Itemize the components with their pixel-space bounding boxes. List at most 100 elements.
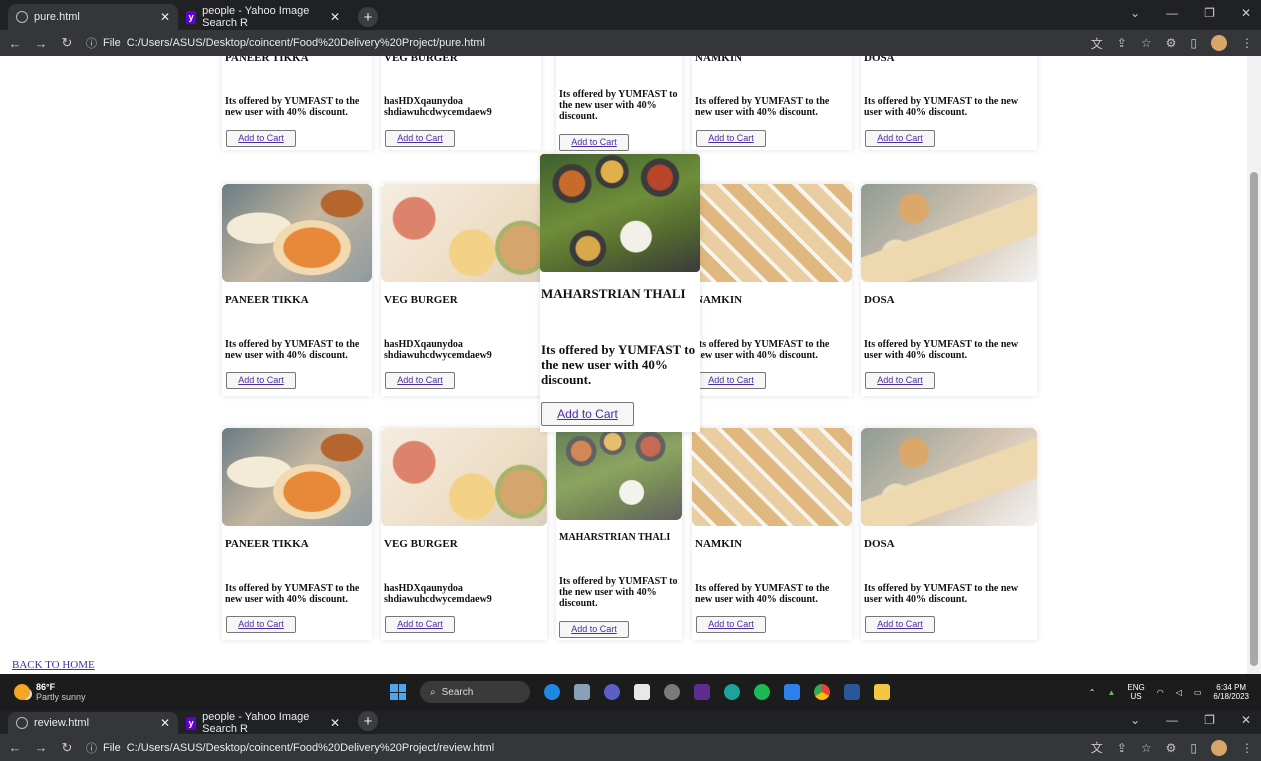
- translate-icon[interactable]: 文: [1091, 739, 1103, 756]
- forward-arrow-icon[interactable]: →: [34, 740, 48, 755]
- new-tab-button[interactable]: +: [358, 711, 378, 731]
- veg-burger-image: [381, 428, 547, 526]
- close-window-icon[interactable]: ✕: [1241, 713, 1251, 727]
- star-icon[interactable]: ☆: [1141, 36, 1152, 50]
- spotify-icon[interactable]: [754, 684, 770, 700]
- windows-start-icon[interactable]: [390, 684, 406, 700]
- avatar[interactable]: [1211, 35, 1227, 51]
- add-to-cart-button[interactable]: Add to Cart: [226, 372, 296, 389]
- chevron-up-icon[interactable]: ⌃: [1089, 688, 1096, 697]
- bing-icon[interactable]: [544, 684, 560, 700]
- tab-review-html[interactable]: review.html ✕: [8, 712, 178, 734]
- tab-yahoo[interactable]: y people - Yahoo Image Search R ✕: [178, 4, 348, 30]
- close-icon[interactable]: ✕: [330, 10, 340, 24]
- chevron-down-icon[interactable]: ⌄: [1130, 6, 1140, 20]
- share-icon[interactable]: ⇪: [1117, 741, 1127, 755]
- product-description: Its offered by YUMFAST to the new user w…: [864, 96, 1019, 118]
- close-icon[interactable]: ✕: [160, 716, 170, 730]
- star-icon[interactable]: ☆: [1141, 741, 1152, 755]
- add-to-cart-button[interactable]: Add to Cart: [865, 130, 935, 147]
- menu-icon[interactable]: ⋮: [1241, 741, 1253, 755]
- url-text[interactable]: C:/Users/ASUS/Desktop/coincent/Food%20De…: [127, 742, 494, 754]
- wifi-icon[interactable]: ◠: [1157, 688, 1164, 697]
- info-icon: ⓘ: [86, 38, 97, 50]
- edge-icon[interactable]: [724, 684, 740, 700]
- add-to-cart-button[interactable]: Add to Cart: [385, 130, 455, 147]
- add-to-cart-button[interactable]: Add to Cart: [696, 616, 766, 633]
- close-icon[interactable]: ✕: [330, 716, 340, 730]
- add-to-cart-button[interactable]: Add to Cart: [865, 372, 935, 389]
- tab-pure-html[interactable]: pure.html ✕: [8, 4, 178, 30]
- tab-yahoo[interactable]: y people - Yahoo Image Search R ✕: [178, 711, 348, 735]
- yahoo-icon: y: [186, 716, 197, 730]
- yahoo-icon: y: [186, 10, 197, 24]
- chevron-down-icon[interactable]: ⌄: [1130, 713, 1140, 727]
- product-card: VEG BURGER hasHDXqaunydoa shdiawuhcdwyce…: [381, 184, 547, 396]
- add-to-cart-button[interactable]: Add to Cart: [226, 616, 296, 633]
- search-icon: ⌕: [430, 686, 436, 698]
- add-to-cart-button[interactable]: Add to Cart: [226, 130, 296, 147]
- word-icon[interactable]: [844, 684, 860, 700]
- tab-title: people - Yahoo Image Search R: [202, 5, 310, 29]
- page-viewport: PANEER TIKKA Its offered by YUMFAST to t…: [0, 56, 1261, 674]
- minimize-icon[interactable]: —: [1166, 713, 1178, 727]
- add-to-cart-button[interactable]: Add to Cart: [385, 372, 455, 389]
- add-to-cart-button[interactable]: Add to Cart: [696, 372, 766, 389]
- sidepanel-icon[interactable]: ▯: [1190, 36, 1197, 50]
- extensions-icon[interactable]: ⚙: [1166, 36, 1177, 50]
- avatar[interactable]: [1211, 739, 1227, 756]
- toolbar-actions: 文 ⇪ ☆ ⚙ ▯ ⋮: [1091, 35, 1253, 52]
- add-to-cart-button[interactable]: Add to Cart: [559, 134, 629, 151]
- settings-icon[interactable]: [664, 684, 680, 700]
- product-title: DOSA: [864, 538, 895, 550]
- close-window-icon[interactable]: ✕: [1241, 6, 1251, 20]
- menu-icon[interactable]: ⋮: [1241, 36, 1253, 50]
- file-explorer-icon[interactable]: [574, 684, 590, 700]
- add-to-cart-button[interactable]: Add to Cart: [865, 616, 935, 633]
- product-description: hasHDXqaunydoa shdiawuhcdwycemdaew9: [384, 339, 492, 361]
- chrome-icon[interactable]: [814, 684, 830, 700]
- battery-icon[interactable]: ▭: [1194, 688, 1202, 697]
- add-to-cart-button[interactable]: Add to Cart: [559, 621, 629, 638]
- new-tab-button[interactable]: +: [358, 7, 378, 27]
- minimize-icon[interactable]: —: [1166, 6, 1178, 20]
- sidepanel-icon[interactable]: ▯: [1190, 741, 1197, 755]
- extensions-icon[interactable]: ⚙: [1166, 741, 1177, 755]
- volume-icon[interactable]: ◁: [1176, 688, 1182, 697]
- add-to-cart-button[interactable]: Add to Cart: [385, 616, 455, 633]
- network-alert-icon[interactable]: ▲: [1107, 688, 1115, 697]
- taskbar-search[interactable]: ⌕ Search: [420, 681, 530, 703]
- teams-icon[interactable]: [604, 684, 620, 700]
- language-indicator[interactable]: ENG US: [1127, 683, 1144, 701]
- close-icon[interactable]: ✕: [160, 10, 170, 24]
- back-arrow-icon[interactable]: ←: [8, 36, 22, 51]
- temperature: 86°F: [36, 682, 56, 692]
- store-icon[interactable]: [634, 684, 650, 700]
- add-to-cart-button[interactable]: Add to Cart: [696, 130, 766, 147]
- reload-icon[interactable]: ↻: [60, 35, 74, 51]
- vscode-icon[interactable]: [784, 684, 800, 700]
- restore-icon[interactable]: ❐: [1204, 713, 1215, 727]
- translate-icon[interactable]: 文: [1091, 35, 1103, 52]
- clock[interactable]: 6:34 PM 6/18/2023: [1213, 683, 1249, 701]
- url-text[interactable]: C:/Users/ASUS/Desktop/coincent/Food%20De…: [127, 37, 485, 49]
- scrollbar-thumb[interactable]: [1250, 172, 1258, 666]
- product-title: VEG BURGER: [384, 538, 458, 550]
- page-scrollbar[interactable]: [1247, 56, 1261, 674]
- address-bar[interactable]: ⓘ File C:/Users/ASUS/Desktop/coincent/Fo…: [86, 35, 1079, 51]
- weather-widget[interactable]: 86°F Partly sunny: [0, 682, 390, 702]
- add-to-cart-button[interactable]: Add to Cart: [541, 402, 634, 426]
- forward-arrow-icon[interactable]: →: [34, 36, 48, 51]
- folder-icon[interactable]: [874, 684, 890, 700]
- address-bar[interactable]: ⓘ File C:/Users/ASUS/Desktop/coincent/Fo…: [86, 740, 1079, 756]
- restore-icon[interactable]: ❐: [1204, 6, 1215, 20]
- date: 6/18/2023: [1213, 692, 1249, 701]
- product-card: VEG BURGER hasHDXqaunydoa shdiawuhcdwyce…: [381, 428, 547, 640]
- address-prefix: File: [103, 37, 121, 49]
- reload-icon[interactable]: ↻: [60, 740, 74, 756]
- product-title: NAMKIN: [695, 294, 743, 306]
- back-to-home-link[interactable]: BACK TO HOME: [12, 659, 95, 671]
- visual-studio-icon[interactable]: [694, 684, 710, 700]
- share-icon[interactable]: ⇪: [1117, 36, 1127, 50]
- back-arrow-icon[interactable]: ←: [8, 740, 22, 755]
